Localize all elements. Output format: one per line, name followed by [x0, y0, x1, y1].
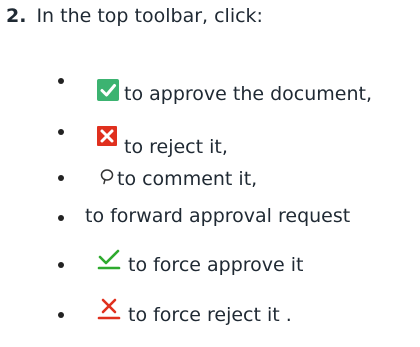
forward-item-text: to forward approval request [85, 205, 351, 227]
bullet [58, 312, 64, 318]
comment-bubble-icon [99, 168, 115, 190]
approve-item-text: to approve the document, [124, 83, 372, 105]
force-reject-item-text: to force reject it . [128, 304, 292, 326]
bullet [58, 262, 64, 268]
bullet [58, 215, 64, 221]
comment-item-text: to comment it, [117, 168, 258, 190]
approve-check-icon [97, 79, 119, 101]
force-approve-item-text: to force approve it [128, 254, 304, 276]
reject-x-icon [97, 126, 117, 146]
force-approve-check-icon [97, 247, 121, 275]
toolbar-actions-list: to approve the document, to reject it, t… [0, 0, 420, 347]
reject-item-text: to reject it, [124, 136, 228, 158]
force-reject-x-icon [97, 297, 121, 325]
bullet [58, 78, 64, 84]
bullet [58, 175, 64, 181]
bullet [58, 129, 64, 135]
